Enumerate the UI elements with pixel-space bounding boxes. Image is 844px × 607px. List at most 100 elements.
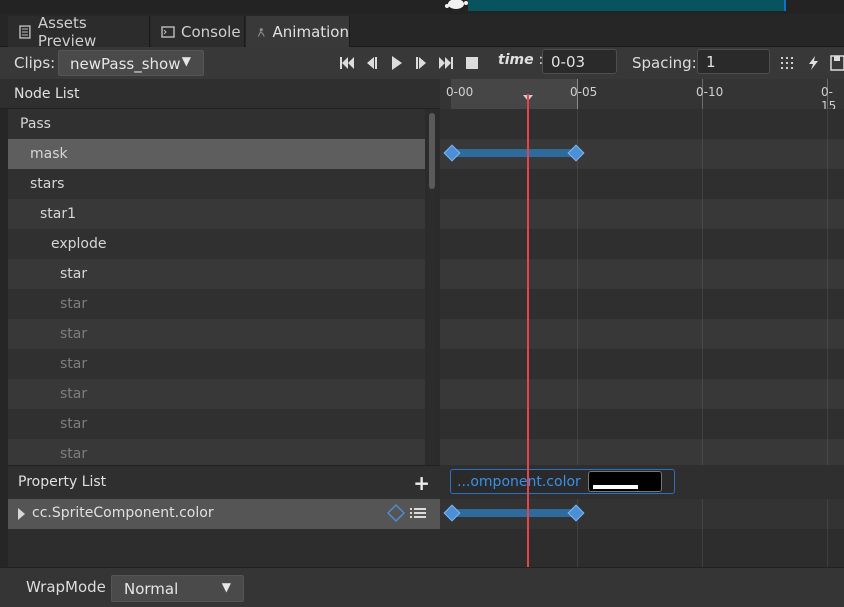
tab-console[interactable]: Console [151, 16, 245, 47]
property-value-field[interactable]: ...omponent.color [450, 469, 675, 494]
node-row-star[interactable]: star [8, 289, 425, 319]
jump-to-end-icon [439, 57, 453, 69]
event-icon [809, 56, 818, 70]
prev-frame-button[interactable] [363, 55, 379, 71]
color-swatch[interactable] [588, 471, 662, 492]
node-row-star[interactable]: star [8, 409, 425, 439]
animation-icon [257, 27, 265, 37]
clip-select-value: newPass_show [70, 55, 181, 73]
keyframe-span [452, 509, 576, 517]
timeline-row [440, 349, 844, 379]
timeline-row [440, 439, 844, 465]
jump-to-start-button[interactable] [339, 55, 355, 71]
property-list-header: Property List + [8, 465, 440, 499]
timeline-row [440, 379, 844, 409]
property-value-header: ...omponent.color [440, 465, 844, 499]
property-list-empty-area [8, 529, 440, 567]
animation-toolbar: Clips: newPass_show ▼ time : Spacing: [0, 47, 844, 79]
timeline-gridline [827, 499, 828, 567]
save-icon [830, 55, 844, 71]
tab-animation[interactable]: Animation [246, 16, 350, 47]
timeline-ruler[interactable]: 0-00 0-05 0-10 0-15 [440, 79, 844, 109]
node-list-scrollbar[interactable] [428, 109, 436, 465]
ruler-label: 0-10 [696, 85, 724, 99]
timeline-row [440, 409, 844, 439]
wrapmode-select[interactable]: Normal ▼ [111, 575, 244, 602]
node-label: star [60, 356, 88, 372]
node-row-star[interactable]: star [8, 259, 425, 289]
node-label: explode [51, 236, 107, 252]
node-row-mask[interactable]: mask [8, 139, 425, 169]
node-row-star[interactable]: star [8, 439, 425, 465]
add-keyframe-icon[interactable] [387, 504, 405, 522]
property-row[interactable]: cc.SpriteComponent.color [8, 499, 440, 529]
property-field-label: ...omponent.color [457, 474, 581, 490]
stop-button[interactable] [464, 55, 480, 71]
timeline-row [440, 109, 844, 139]
node-label: mask [30, 146, 68, 162]
next-frame-button[interactable] [414, 55, 430, 71]
tab-assets-preview[interactable]: Assets Preview [8, 13, 150, 50]
save-button[interactable] [830, 55, 844, 71]
node-label: star1 [40, 206, 77, 222]
node-row-star[interactable]: star [8, 379, 425, 409]
node-row-stars[interactable]: stars [8, 169, 425, 199]
timeline-gridline [702, 109, 703, 465]
playhead-line[interactable] [527, 94, 529, 567]
scrollbar-thumb[interactable] [429, 113, 435, 189]
node-timeline[interactable] [440, 109, 844, 465]
node-label: stars [30, 176, 65, 192]
node-row-explode[interactable]: explode [8, 229, 425, 259]
timeline-gridline [702, 499, 703, 567]
timeline-row [440, 229, 844, 259]
spacing-label: Spacing: [632, 54, 697, 72]
prev-frame-icon [367, 57, 377, 69]
timeline-gridline [827, 109, 828, 465]
jump-to-end-button[interactable] [438, 55, 454, 71]
expand-triangle-icon[interactable] [18, 508, 25, 520]
timeline-row [440, 169, 844, 199]
play-icon [392, 56, 402, 70]
node-row-star[interactable]: star [8, 349, 425, 379]
list-icon [19, 24, 31, 39]
node-label: star [60, 296, 88, 312]
node-row-star[interactable]: star [8, 319, 425, 349]
time-input[interactable] [542, 49, 617, 74]
time-label-text: time [498, 52, 534, 68]
left-gutter [0, 79, 8, 567]
grid-button[interactable] [780, 55, 796, 71]
ruler-label: 0-00 [446, 85, 474, 99]
scene-panel [468, 0, 786, 11]
node-label: star [60, 386, 88, 402]
next-frame-icon [416, 57, 426, 69]
chevron-down-icon: ▼ [221, 580, 231, 594]
property-name: cc.SpriteComponent.color [32, 505, 214, 521]
node-list-header: Node List [0, 79, 440, 109]
keyframe-span [452, 149, 576, 157]
tab-assets-preview-label: Assets Preview [37, 13, 97, 50]
add-event-button[interactable] [806, 55, 822, 71]
tab-animation-label: Animation [272, 22, 349, 41]
stop-icon [466, 57, 478, 69]
node-list: Pass mask stars star1 explode star star … [8, 109, 425, 465]
time-label: time : [498, 52, 543, 68]
clip-select[interactable]: newPass_show ▼ [58, 50, 204, 76]
wrapmode-value: Normal [124, 580, 179, 598]
node-label: star [60, 446, 88, 462]
jump-to-start-icon [340, 57, 354, 69]
add-property-button[interactable]: + [413, 471, 430, 495]
node-row-pass[interactable]: Pass [8, 109, 425, 139]
timeline-row [440, 319, 844, 349]
animation-editor: Assets Preview Console Animation Clips: … [0, 0, 844, 607]
property-list-title: Property List [18, 474, 107, 490]
menu-icon[interactable] [410, 506, 426, 520]
chevron-down-icon: ▼ [181, 54, 191, 68]
play-button[interactable] [389, 55, 405, 71]
node-row-star1[interactable]: star1 [8, 199, 425, 229]
timeline-row [440, 199, 844, 229]
ruler-label: 0-05 [570, 85, 598, 99]
tab-console-label: Console [181, 22, 241, 41]
tab-bar: Assets Preview Console Animation [0, 13, 844, 50]
property-timeline[interactable] [440, 499, 844, 567]
spacing-input[interactable] [697, 49, 770, 74]
